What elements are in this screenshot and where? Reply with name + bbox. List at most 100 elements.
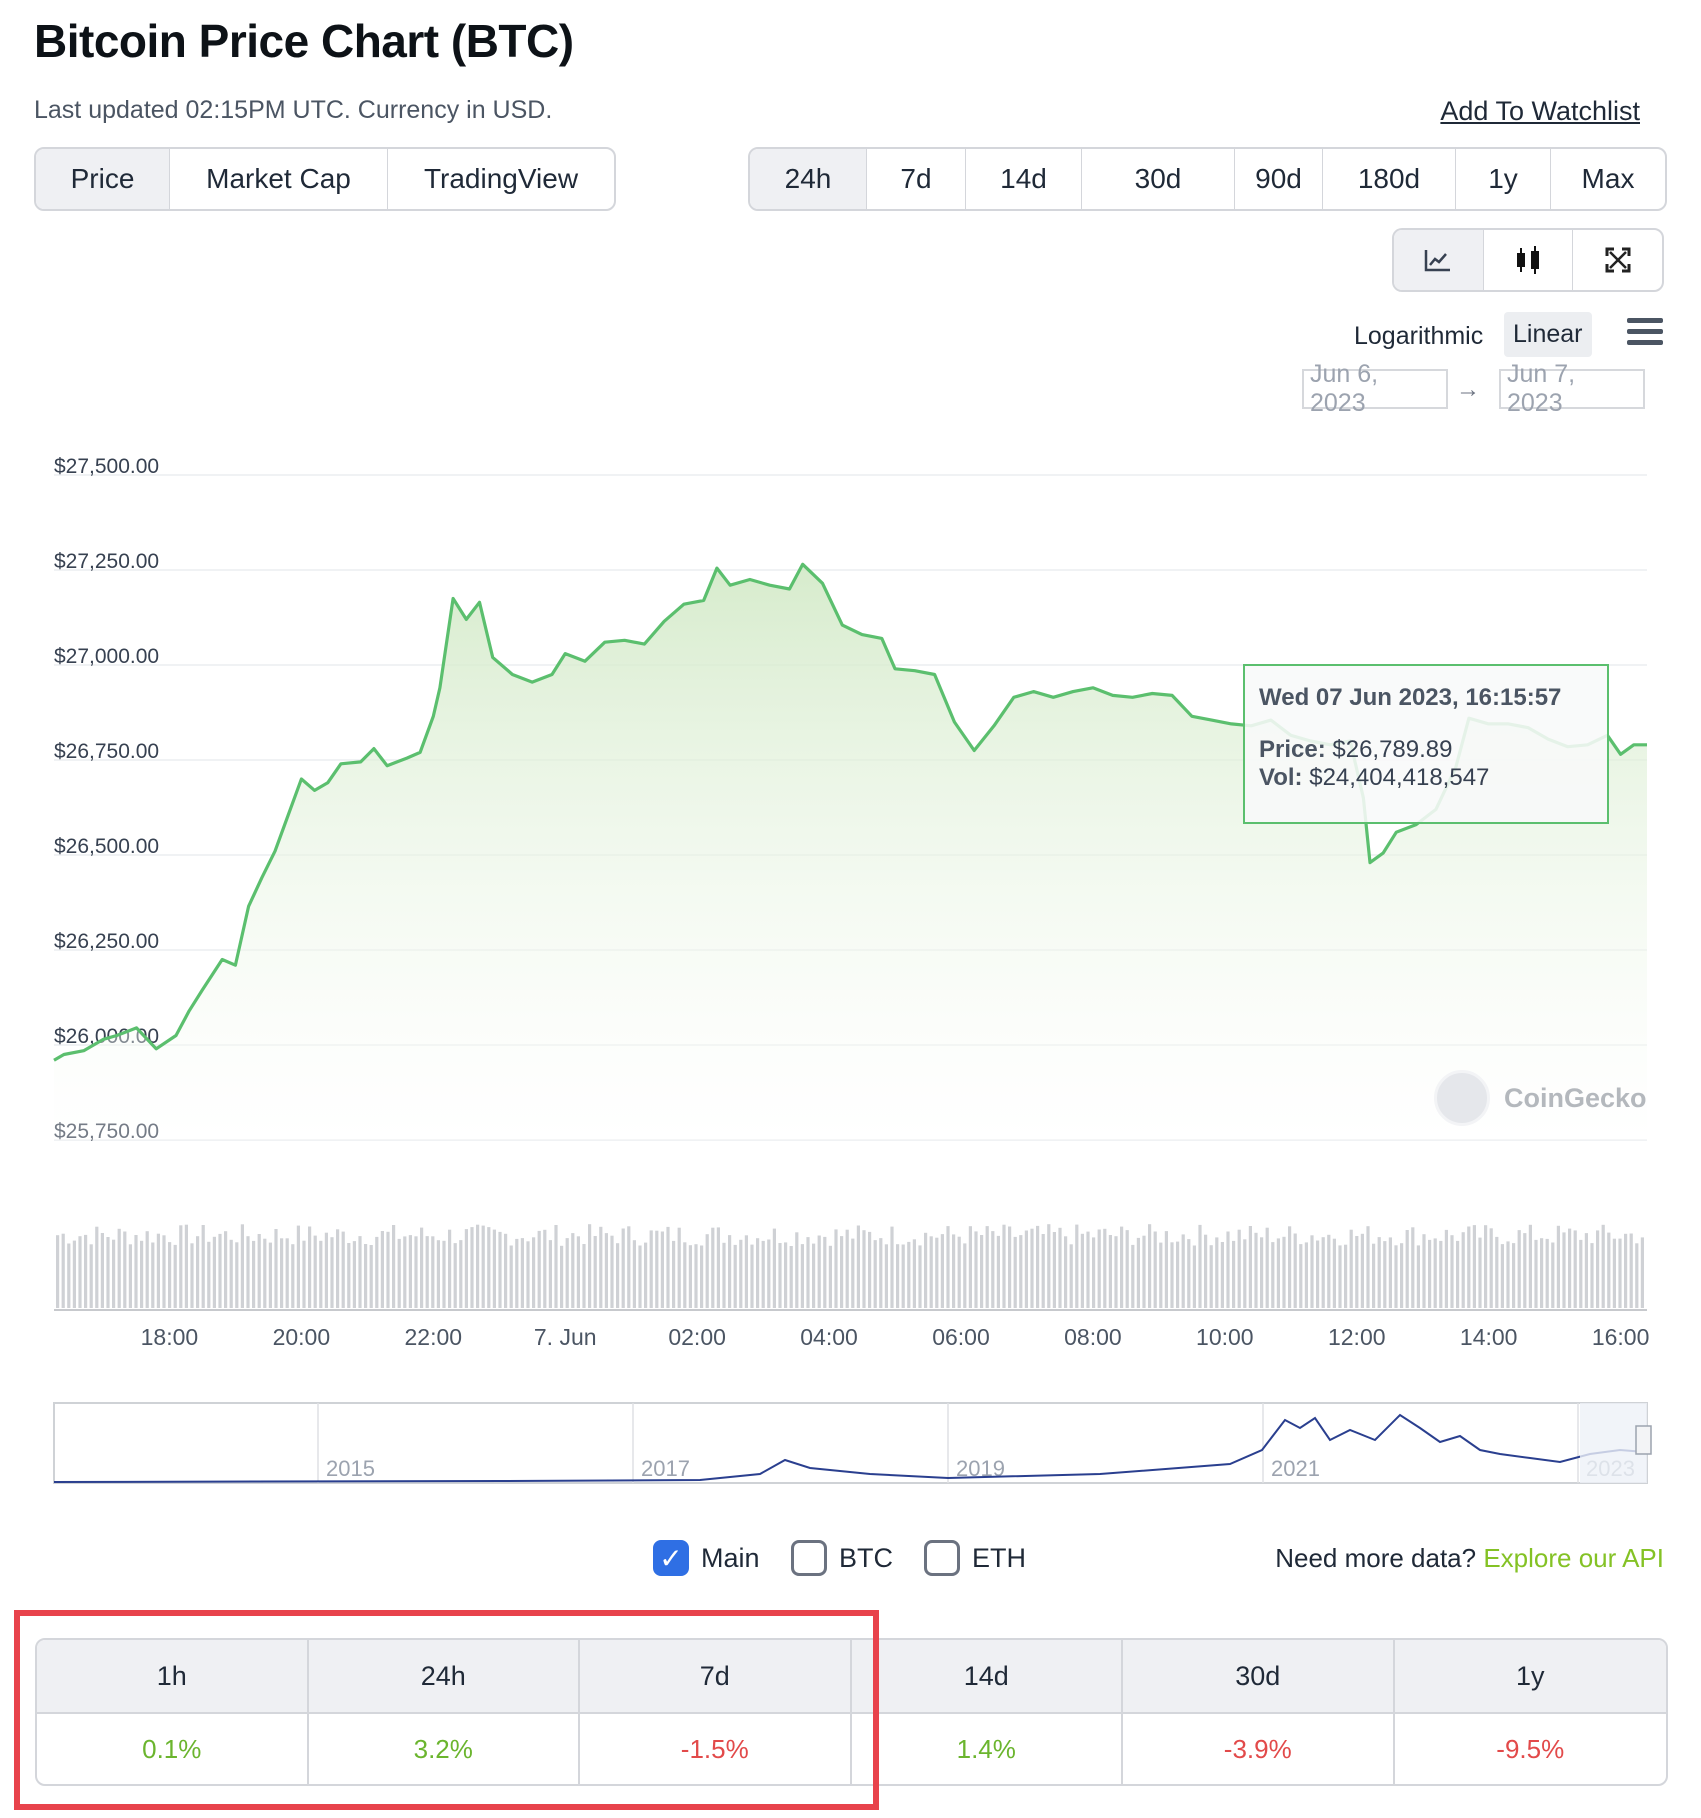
volume-bar	[112, 1239, 116, 1308]
y-tick-label: $26,500.00	[54, 835, 159, 858]
volume-bar	[498, 1231, 502, 1308]
x-tick-label: 16:00	[1592, 1324, 1650, 1350]
volume-bar	[985, 1226, 989, 1308]
volume-bar	[380, 1231, 384, 1308]
volume-bar	[341, 1231, 345, 1308]
scale-logarithmic[interactable]: Logarithmic	[1354, 322, 1483, 351]
volume-bar	[1439, 1240, 1443, 1308]
volume-bar	[436, 1240, 440, 1308]
volume-bar	[257, 1234, 261, 1308]
volume-bar	[1103, 1228, 1107, 1308]
volume-bar	[375, 1236, 379, 1308]
checkbox-btc[interactable]: BTC	[791, 1540, 893, 1576]
candlestick-button[interactable]	[1484, 230, 1574, 290]
fullscreen-icon	[1605, 247, 1631, 273]
hamburger-menu-icon[interactable]	[1627, 318, 1663, 346]
y-tick-label: $27,250.00	[54, 550, 159, 573]
volume-bar	[1579, 1239, 1583, 1308]
range-tab-90d[interactable]: 90d	[1235, 149, 1323, 209]
checkbox-main-label: Main	[701, 1542, 760, 1573]
volume-bar	[560, 1245, 564, 1308]
volume-bar	[364, 1244, 368, 1308]
volume-bar	[845, 1229, 849, 1308]
volume-bar	[968, 1226, 972, 1308]
volume-bar	[1506, 1241, 1510, 1308]
volume-bar	[1058, 1227, 1062, 1308]
volume-bar	[1024, 1230, 1028, 1308]
volume-bar	[1080, 1233, 1084, 1308]
volume-bar	[896, 1244, 900, 1308]
volume-bar	[1181, 1234, 1185, 1308]
tooltip-vol-label: Vol:	[1259, 764, 1303, 791]
volume-bar	[1276, 1238, 1280, 1308]
volume-bar	[319, 1240, 323, 1308]
volume-bar	[386, 1231, 390, 1308]
volume-bar	[229, 1239, 233, 1308]
arrow-right-icon: →	[1456, 376, 1480, 403]
range-tab-max[interactable]: Max	[1551, 149, 1665, 209]
volume-bar	[604, 1233, 608, 1308]
volume-bar	[834, 1229, 838, 1308]
volume-bar	[1338, 1245, 1342, 1308]
volume-bar	[1282, 1236, 1286, 1308]
range-tab-14d[interactable]: 14d	[966, 149, 1082, 209]
volume-bar	[1523, 1233, 1527, 1308]
range-tab-1y[interactable]: 1y	[1456, 149, 1551, 209]
volume-bar	[924, 1232, 928, 1308]
volume-bar	[1220, 1242, 1224, 1308]
volume-bar	[1444, 1229, 1448, 1308]
tab-market-cap[interactable]: Market Cap	[170, 149, 388, 209]
volume-bar	[280, 1238, 284, 1308]
volume-bar	[1495, 1236, 1499, 1308]
volume-bar	[1248, 1226, 1252, 1308]
price-chart[interactable]: $27,500.00 $27,250.00 $27,000.00 $26,750.00…	[0, 420, 1701, 1500]
range-tab-24h[interactable]: 24h	[750, 149, 867, 209]
date-from-input[interactable]: Jun 6, 2023	[1302, 360, 1448, 417]
volume-bar	[274, 1229, 278, 1308]
watermark-text: CoinGecko	[1504, 1082, 1647, 1113]
add-to-watchlist-link[interactable]: Add To Watchlist	[1440, 96, 1640, 127]
tab-tradingview[interactable]: TradingView	[388, 149, 614, 209]
checkbox-main[interactable]: ✓ Main	[653, 1540, 760, 1576]
fullscreen-button[interactable]	[1573, 230, 1662, 290]
line-chart-button[interactable]	[1394, 230, 1484, 290]
volume-bar	[1131, 1244, 1135, 1308]
volume-bar	[1237, 1229, 1241, 1308]
checkbox-eth[interactable]: ETH	[924, 1540, 1026, 1576]
volume-bar	[890, 1226, 894, 1308]
date-to-input[interactable]: Jun 7, 2023	[1499, 360, 1645, 417]
volume-bar	[1472, 1225, 1476, 1308]
volume-bar	[1366, 1226, 1370, 1308]
x-tick-label: 06:00	[932, 1324, 990, 1350]
range-tab-180d[interactable]: 180d	[1323, 149, 1456, 209]
scale-linear[interactable]: Linear	[1504, 312, 1592, 357]
volume-bar	[179, 1225, 183, 1308]
volume-bar	[627, 1226, 631, 1308]
range-tab-7d[interactable]: 7d	[867, 149, 966, 209]
volume-bar	[442, 1240, 446, 1308]
tooltip-date: Wed 07 Jun 2023, 16:15:57	[1259, 684, 1562, 711]
volume-bar	[78, 1236, 82, 1308]
volume-bar	[1478, 1237, 1482, 1308]
tab-price[interactable]: Price	[36, 149, 170, 209]
volume-bar	[873, 1240, 877, 1308]
range-tab-30d[interactable]: 30d	[1082, 149, 1235, 209]
volume-bar	[240, 1224, 244, 1308]
explore-api-link[interactable]: Explore our API	[1483, 1543, 1664, 1573]
x-tick-label: 22:00	[405, 1324, 463, 1350]
volume-bar	[1321, 1237, 1325, 1308]
volume-bar	[946, 1226, 950, 1308]
volume-bar	[134, 1235, 138, 1308]
volume-bar	[1030, 1228, 1034, 1308]
volume-bar	[246, 1236, 250, 1308]
x-tick-label: 14:00	[1460, 1324, 1518, 1350]
volume-bar	[621, 1228, 625, 1308]
volume-bar	[408, 1235, 412, 1308]
x-axis-labels: 18:00 20:00 22:00 7. Jun 02:00 04:00 06:00 08:0…	[141, 1324, 1650, 1350]
volume-bar	[61, 1233, 65, 1308]
volume-bar	[812, 1243, 816, 1308]
volume-bar	[1332, 1238, 1336, 1308]
volume-bar	[1120, 1226, 1124, 1308]
volume-bar	[117, 1228, 121, 1308]
volume-bar	[856, 1225, 860, 1308]
